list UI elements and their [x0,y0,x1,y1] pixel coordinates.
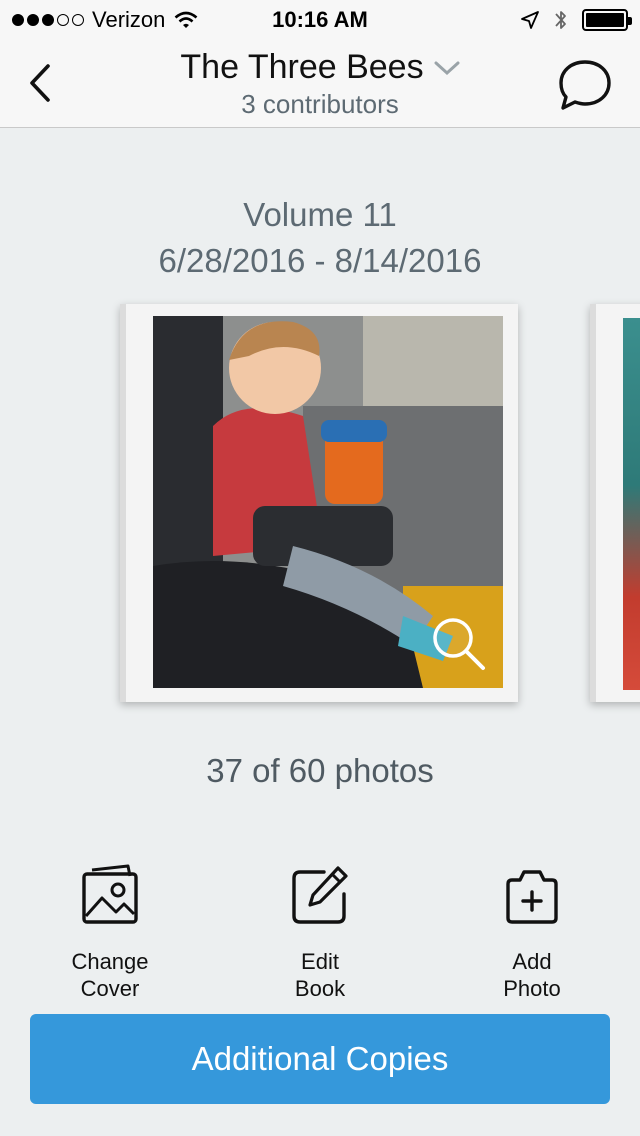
edit-book-button[interactable]: Edit Book [240,864,400,1002]
zoom-button[interactable] [427,612,489,674]
next-cover-photo [623,318,640,690]
photo-count: 37 of 60 photos [206,752,434,789]
pencil-square-icon [292,866,348,924]
contributors-count: 3 contributors [241,89,399,119]
change-cover-label: Change Cover [30,948,190,1002]
cover-photo [153,316,503,688]
volume-date-range: 6/28/2016 - 8/14/2016 [158,242,482,279]
album-title: The Three Bees [180,48,424,86]
edit-book-label: Edit Book [240,948,400,1002]
camera-plus-icon [506,870,558,924]
add-photo-label: Add Photo [452,948,612,1002]
add-photo-label-line2: Photo [503,976,561,1001]
status-bar: Verizon 10:16 AM [0,0,640,40]
status-right [520,8,632,32]
book-cover[interactable] [120,304,518,702]
battery-icon [582,9,632,31]
next-book-cover[interactable] [590,304,640,702]
additional-copies-button[interactable]: Additional Copies [30,1014,610,1104]
change-cover-label-line2: Cover [80,976,140,1001]
nav-title[interactable]: The Three Bees [180,48,460,87]
add-photo-label-line1: Add [512,949,552,974]
screen: Verizon 10:16 AM The Three Bees 3 contri… [0,0,640,1136]
chat-button[interactable] [556,56,614,114]
bluetooth-icon [555,11,566,29]
nav-bar: The Three Bees 3 contributors [0,40,640,128]
edit-book-label-line2: Book [294,976,346,1001]
edit-book-label-line1: Edit [301,949,339,974]
volume-title: Volume 11 [243,196,397,233]
change-cover-button[interactable]: Change Cover [30,864,190,1002]
action-row: Change Cover Edit Book Add Photo [0,864,640,1004]
chevron-down-icon [434,61,460,75]
picture-icon [82,864,138,924]
album-title-selector[interactable]: The Three Bees 3 contributors [0,48,640,120]
location-arrow-icon [521,11,539,29]
add-photo-button[interactable]: Add Photo [452,864,612,1002]
change-cover-label-line1: Change [71,949,149,974]
